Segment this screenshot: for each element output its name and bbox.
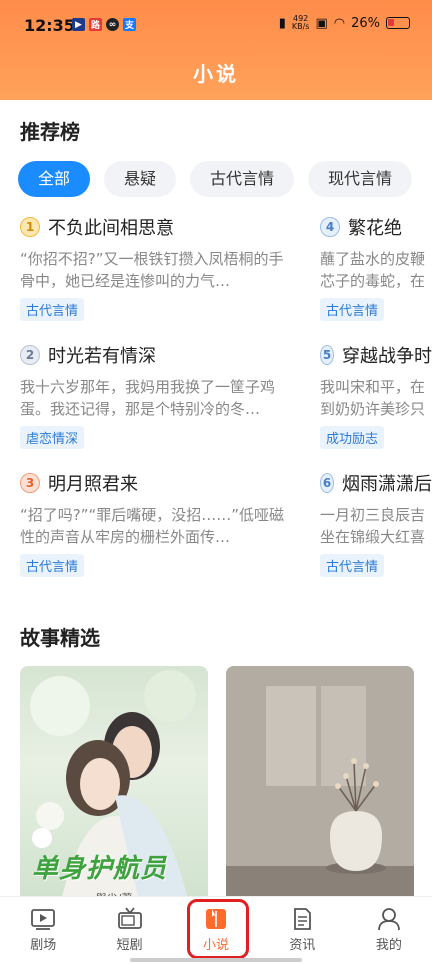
nav-label: 短剧: [116, 938, 143, 953]
nav-news[interactable]: 资讯: [259, 897, 345, 964]
book-title: 不负此间相思意: [48, 218, 174, 239]
nav-label: 资讯: [289, 938, 316, 953]
tab-all[interactable]: 全部: [18, 161, 91, 197]
book-tag: 古代言情: [320, 298, 385, 321]
book-title: 繁花绝: [348, 218, 402, 239]
rank-badge: 4: [320, 217, 340, 237]
book-tag: 成功励志: [320, 426, 385, 449]
status-time: 12:35: [24, 16, 75, 35]
book-title: 时光若有情深: [48, 346, 156, 367]
notification-icon: 路: [89, 18, 102, 31]
nav-label: 剧场: [30, 938, 57, 953]
book-desc: “招了吗?”“罪后嘴硬，没招……”低哑磁性的声音从牢房的栅栏外面传…: [20, 506, 285, 546]
book-tag: 虐恋情深: [20, 426, 85, 449]
book-desc: 蘸了盐水的皮鞭芯子的毒蛇，在: [320, 250, 426, 290]
rank-badge: 3: [20, 473, 40, 493]
book-title: 穿越战争时: [342, 346, 432, 367]
story-card[interactable]: 单身护航员 舆尘/著: [20, 666, 208, 906]
story-cover-title: 单身护航员: [32, 854, 168, 884]
status-app-icons: ▶ 路 ∞ 支: [72, 18, 136, 31]
ranking-item[interactable]: 4 繁花绝 蘸了盐水的皮鞭芯子的毒蛇，在 古代言情: [320, 214, 432, 342]
header: 12:35 ▶ 路 ∞ 支 ▮ 492 KB/s ▣ ◠ 26% 小说: [0, 0, 432, 100]
play-screen-icon: [31, 909, 56, 930]
ranking-item[interactable]: 6 烟雨潇潇后 一月初三良辰吉坐在锦缎大红喜 古代言情: [320, 470, 432, 598]
news-document-icon: [294, 908, 312, 930]
ranking-item[interactable]: 3 明月照君来 “招了吗?”“罪后嘴硬，没招……”低哑磁性的声音从牢房的栅栏外面…: [20, 470, 310, 598]
book-desc: 我叫宋和平，在到奶奶许美珍只: [320, 378, 426, 418]
notification-icon: ▶: [72, 18, 85, 31]
tab-modern-romance[interactable]: 现代言情: [308, 161, 413, 197]
book-desc: “你招不招?”又一根铁钉攒入凤梧桐的手骨中，她已经是连惨叫的力气…: [20, 250, 284, 290]
net-speed: 492 KB/s: [292, 15, 310, 31]
sim-icon: ▣: [315, 15, 328, 31]
net-speed-unit: KB/s: [291, 22, 310, 31]
battery-icon: [386, 17, 410, 29]
ranking-item[interactable]: 1 不负此间相思意 “你招不招?”又一根铁钉攒入凤梧桐的手骨中，她已经是连惨叫的…: [20, 214, 310, 342]
vibrate-icon: ▮: [278, 15, 286, 31]
nav-label: 我的: [375, 938, 402, 953]
tab-ancient-romance[interactable]: 古代言情: [190, 161, 295, 197]
book-title: 烟雨潇潇后: [342, 474, 432, 495]
tab-suspense[interactable]: 悬疑: [104, 161, 177, 197]
book-desc: 我十六岁那年，我妈用我换了一筐子鸡蛋。我还记得，那是个特别冷的冬…: [20, 378, 276, 418]
stories-title: 故事精选: [20, 626, 100, 650]
ranking-column-left: 1 不负此间相思意 “你招不招?”又一根铁钉攒入凤梧桐的手骨中，她已经是连惨叫的…: [20, 214, 310, 598]
user-icon: [377, 908, 400, 931]
story-card[interactable]: [226, 666, 414, 906]
book-tag: 古代言情: [20, 298, 85, 321]
battery-level: 26%: [351, 15, 380, 31]
ranking-item[interactable]: 2 时光若有情深 我十六岁那年，我妈用我换了一筐子鸡蛋。我还记得，那是个特别冷的…: [20, 342, 310, 470]
active-nav-highlight: [187, 899, 249, 959]
ranking-column-right: 4 繁花绝 蘸了盐水的皮鞭芯子的毒蛇，在 古代言情 5 穿越战争时 我叫宋和平，…: [320, 214, 432, 598]
status-bar: 12:35 ▶ 路 ∞ 支 ▮ 492 KB/s ▣ ◠ 26%: [0, 0, 432, 50]
home-indicator[interactable]: [130, 958, 302, 962]
story-cover-art: [226, 666, 414, 906]
alipay-icon: 支: [123, 18, 136, 31]
nav-profile[interactable]: 我的: [346, 897, 432, 964]
page-title: 小说: [193, 62, 239, 86]
notification-icon: ∞: [106, 18, 119, 31]
wifi-icon: ◠: [333, 15, 346, 31]
rank-badge: 2: [20, 345, 40, 365]
book-desc: 一月初三良辰吉坐在锦缎大红喜: [320, 506, 426, 546]
ranking-title: 推荐榜: [20, 120, 80, 144]
filter-tabs: 全部 悬疑 古代言情 现代言情: [18, 161, 413, 197]
book-tag: 古代言情: [320, 554, 385, 577]
book-tag: 古代言情: [20, 554, 85, 577]
rank-badge: 5: [320, 345, 334, 365]
nav-short-drama[interactable]: 短剧: [86, 897, 172, 964]
rank-badge: 6: [320, 473, 334, 493]
status-right: ▮ 492 KB/s ▣ ◠ 26%: [279, 15, 410, 31]
book-title: 明月照君来: [48, 474, 138, 495]
tv-icon: [117, 907, 142, 929]
nav-theater[interactable]: 剧场: [0, 897, 86, 964]
ranking-item[interactable]: 5 穿越战争时 我叫宋和平，在到奶奶许美珍只 成功励志: [320, 342, 432, 470]
rank-badge: 1: [20, 217, 40, 237]
